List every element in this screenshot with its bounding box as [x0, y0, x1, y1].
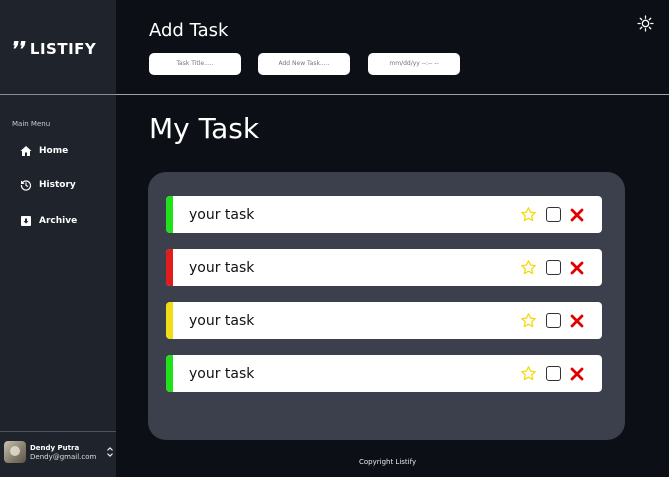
- user-profile[interactable]: Dendy Putra Dendy@gmail.com: [4, 441, 114, 463]
- page-title: My Task: [149, 112, 260, 145]
- avatar: [4, 441, 26, 463]
- star-icon[interactable]: [520, 312, 537, 329]
- logo-mark-icon: ❜❜: [9, 37, 29, 61]
- chevron-up-down-icon[interactable]: [106, 447, 114, 457]
- menu-title: Main Menu: [12, 120, 51, 128]
- task-title-input[interactable]: [149, 53, 241, 75]
- task-item[interactable]: your task: [166, 196, 602, 233]
- delete-icon[interactable]: [570, 208, 584, 222]
- sidebar: ❜❜ LISTIFY Main Menu Home History Archiv…: [0, 0, 116, 477]
- due-date-input[interactable]: [368, 53, 460, 75]
- user-divider: [0, 431, 116, 432]
- star-icon[interactable]: [520, 259, 537, 276]
- home-icon: [20, 146, 32, 156]
- sidebar-item-history[interactable]: History: [20, 179, 76, 191]
- archive-icon: [21, 216, 31, 226]
- sidebar-item-label: History: [39, 180, 76, 190]
- complete-checkbox[interactable]: [546, 366, 561, 381]
- task-item[interactable]: your task: [166, 355, 602, 392]
- sidebar-item-home[interactable]: Home: [20, 145, 68, 157]
- user-name: Dendy Putra: [30, 443, 80, 452]
- footer-copyright: Copyright Listify: [359, 458, 417, 466]
- sidebar-item-label: Archive: [39, 216, 78, 226]
- delete-icon[interactable]: [570, 261, 584, 275]
- user-email: Dendy@gmail.com: [30, 452, 97, 461]
- task-item[interactable]: your task: [166, 302, 602, 339]
- task-text: your task: [189, 259, 255, 276]
- task-text: your task: [189, 312, 255, 329]
- logo[interactable]: ❜❜ LISTIFY: [9, 37, 97, 61]
- sidebar-item-archive[interactable]: Archive: [20, 215, 77, 227]
- history-icon: [20, 180, 32, 191]
- delete-icon[interactable]: [570, 367, 584, 381]
- priority-stripe: [166, 249, 173, 286]
- complete-checkbox[interactable]: [546, 260, 561, 275]
- task-item[interactable]: your task: [166, 249, 602, 286]
- priority-stripe: [166, 302, 173, 339]
- header-divider: [116, 94, 669, 95]
- star-icon[interactable]: [520, 206, 537, 223]
- task-text: your task: [189, 365, 255, 382]
- sidebar-item-label: Home: [39, 146, 69, 156]
- priority-stripe: [166, 355, 173, 392]
- sun-icon[interactable]: [637, 15, 654, 32]
- star-icon[interactable]: [520, 365, 537, 382]
- add-task-title: Add Task: [149, 20, 229, 41]
- priority-stripe: [166, 196, 173, 233]
- logo-text: LISTIFY: [29, 40, 97, 58]
- new-task-input[interactable]: [258, 53, 350, 75]
- task-text: your task: [189, 206, 255, 223]
- complete-checkbox[interactable]: [546, 207, 561, 222]
- sidebar-divider: [0, 94, 116, 95]
- task-panel: your task your task your task your task: [148, 172, 625, 440]
- delete-icon[interactable]: [570, 314, 584, 328]
- complete-checkbox[interactable]: [546, 313, 561, 328]
